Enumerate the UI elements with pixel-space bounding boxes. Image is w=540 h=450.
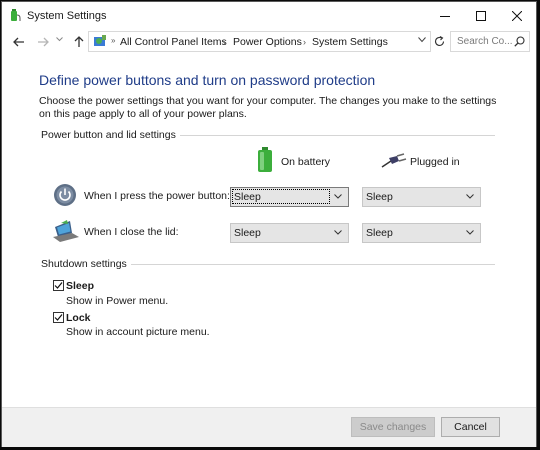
address-dropdown-chevron-icon[interactable] — [418, 37, 426, 43]
lock-checkbox-label[interactable]: Lock — [66, 312, 91, 324]
chevron-down-icon — [334, 194, 342, 199]
maximize-button[interactable] — [463, 2, 499, 29]
selected-value: Sleep — [234, 191, 261, 203]
up-arrow-icon — [74, 36, 84, 47]
breadcrumb-all-control-panel-items[interactable]: All Control Panel Items — [120, 36, 227, 48]
sleep-checkbox-label[interactable]: Sleep — [66, 280, 94, 292]
checkmark-icon — [54, 314, 63, 321]
battery-icon — [258, 147, 272, 172]
system-settings-window: System Settings » All Control Panel Item… — [1, 1, 537, 447]
close-lid-on-battery-select[interactable]: Sleep — [230, 223, 349, 243]
control-panel-icon — [94, 35, 106, 46]
power-button-row-label: When I press the power button: — [84, 190, 230, 202]
breadcrumb-separator-icon[interactable]: › — [303, 37, 306, 47]
lock-checkbox[interactable] — [53, 312, 64, 323]
shutdown-group-label: Shutdown settings — [41, 258, 131, 270]
window-title: System Settings — [27, 10, 107, 22]
power-button-on-battery-select[interactable]: Sleep — [230, 187, 349, 207]
cancel-button[interactable]: Cancel — [441, 417, 500, 437]
breadcrumb-separator-icon[interactable]: › — [223, 37, 226, 47]
selected-value: Sleep — [366, 191, 393, 203]
address-field[interactable]: » All Control Panel Items › Power Option… — [88, 31, 431, 52]
close-lid-row-label: When I close the lid: — [84, 226, 179, 238]
laptop-lid-icon — [53, 220, 79, 242]
close-icon — [512, 10, 522, 21]
breadcrumb-root-chevron-icon[interactable]: » — [111, 36, 115, 45]
column-header-on-battery: On battery — [281, 156, 331, 168]
refresh-button[interactable] — [431, 33, 447, 49]
selected-value: Sleep — [234, 227, 261, 239]
back-arrow-icon — [13, 37, 24, 47]
search-placeholder[interactable]: Search Co... — [457, 36, 513, 47]
main-content: Define power buttons and turn on passwor… — [2, 55, 536, 407]
chevron-down-icon — [466, 230, 474, 235]
lock-checkbox-description: Show in account picture menu. — [66, 326, 210, 338]
forward-button[interactable] — [34, 33, 52, 51]
title-bar: System Settings — [2, 2, 536, 29]
checkmark-icon — [54, 282, 63, 289]
page-description: Choose the power settings that you want … — [39, 95, 497, 120]
search-box[interactable]: Search Co... — [450, 31, 530, 52]
chevron-down-icon — [334, 230, 342, 235]
close-button[interactable] — [499, 2, 535, 29]
maximize-icon — [476, 10, 486, 21]
navigation-bar: » All Control Panel Items › Power Option… — [2, 29, 536, 55]
close-lid-plugged-in-select[interactable]: Sleep — [362, 223, 481, 243]
up-button[interactable] — [70, 33, 88, 51]
page-title: Define power buttons and turn on passwor… — [39, 72, 376, 88]
power-button-icon — [54, 184, 76, 206]
save-changes-button[interactable]: Save changes — [351, 417, 435, 437]
search-icon[interactable] — [514, 36, 525, 47]
chevron-down-icon — [466, 194, 474, 199]
power-options-icon — [11, 9, 21, 21]
column-header-plugged-in: Plugged in — [410, 156, 460, 168]
selected-value: Sleep — [366, 227, 393, 239]
refresh-icon — [434, 35, 444, 46]
minimize-icon — [440, 15, 450, 17]
power-plug-icon — [381, 153, 407, 168]
recent-locations-chevron-icon[interactable] — [56, 37, 63, 42]
breadcrumb-system-settings[interactable]: System Settings — [312, 36, 388, 48]
button-bar: Save changes Cancel — [2, 407, 536, 447]
sleep-checkbox-description: Show in Power menu. — [66, 295, 169, 307]
breadcrumb-power-options[interactable]: Power Options — [233, 36, 302, 48]
minimize-button[interactable] — [427, 2, 463, 29]
sleep-checkbox[interactable] — [53, 280, 64, 291]
power-button-plugged-in-select[interactable]: Sleep — [362, 187, 481, 207]
back-button[interactable] — [10, 33, 28, 51]
forward-arrow-icon — [38, 37, 49, 47]
power-group-label: Power button and lid settings — [41, 129, 180, 141]
